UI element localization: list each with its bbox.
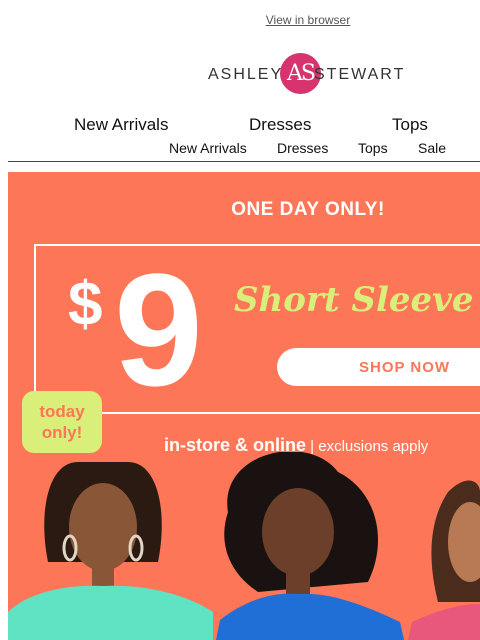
nav-dresses[interactable]: Dresses xyxy=(249,115,311,135)
shop-now-button[interactable]: SHOP NOW xyxy=(277,348,480,386)
price-currency: $ xyxy=(68,270,103,339)
logo-text-stewart: STEWART xyxy=(314,66,406,83)
secondary-nav: New Arrivals Dresses Tops Sale xyxy=(0,140,480,158)
nav-divider xyxy=(8,161,480,162)
subnav-tops[interactable]: Tops xyxy=(358,140,388,156)
subnav-dresses[interactable]: Dresses xyxy=(277,140,328,156)
nav-new-arrivals[interactable]: New Arrivals xyxy=(74,115,168,135)
view-in-browser-link[interactable]: View in browser xyxy=(0,13,480,27)
product-title: Short Sleeve T xyxy=(234,280,480,320)
primary-nav: New Arrivals Dresses Tops xyxy=(0,115,480,135)
today-only-badge: today only! xyxy=(22,391,102,453)
badge-line-2: only! xyxy=(41,423,83,442)
subnav-sale[interactable]: Sale xyxy=(418,140,446,156)
badge-line-1: today xyxy=(39,402,85,421)
model-right xyxy=(408,480,480,640)
subnav-new-arrivals[interactable]: New Arrivals xyxy=(169,140,247,156)
ashley-stewart-logo[interactable]: ASHLEY AS STEWART xyxy=(208,52,408,96)
model-center xyxy=(216,452,404,640)
hero-headline: ONE DAY ONLY! xyxy=(231,199,385,220)
models-image xyxy=(8,452,480,640)
model-left xyxy=(8,462,213,640)
logo-text-ashley: ASHLEY xyxy=(208,66,284,83)
price-value: 9 xyxy=(114,240,203,419)
hero-banner[interactable]: ONE DAY ONLY! $ 9 Short Sleeve T SHOP NO… xyxy=(8,172,480,640)
nav-tops[interactable]: Tops xyxy=(392,115,428,135)
